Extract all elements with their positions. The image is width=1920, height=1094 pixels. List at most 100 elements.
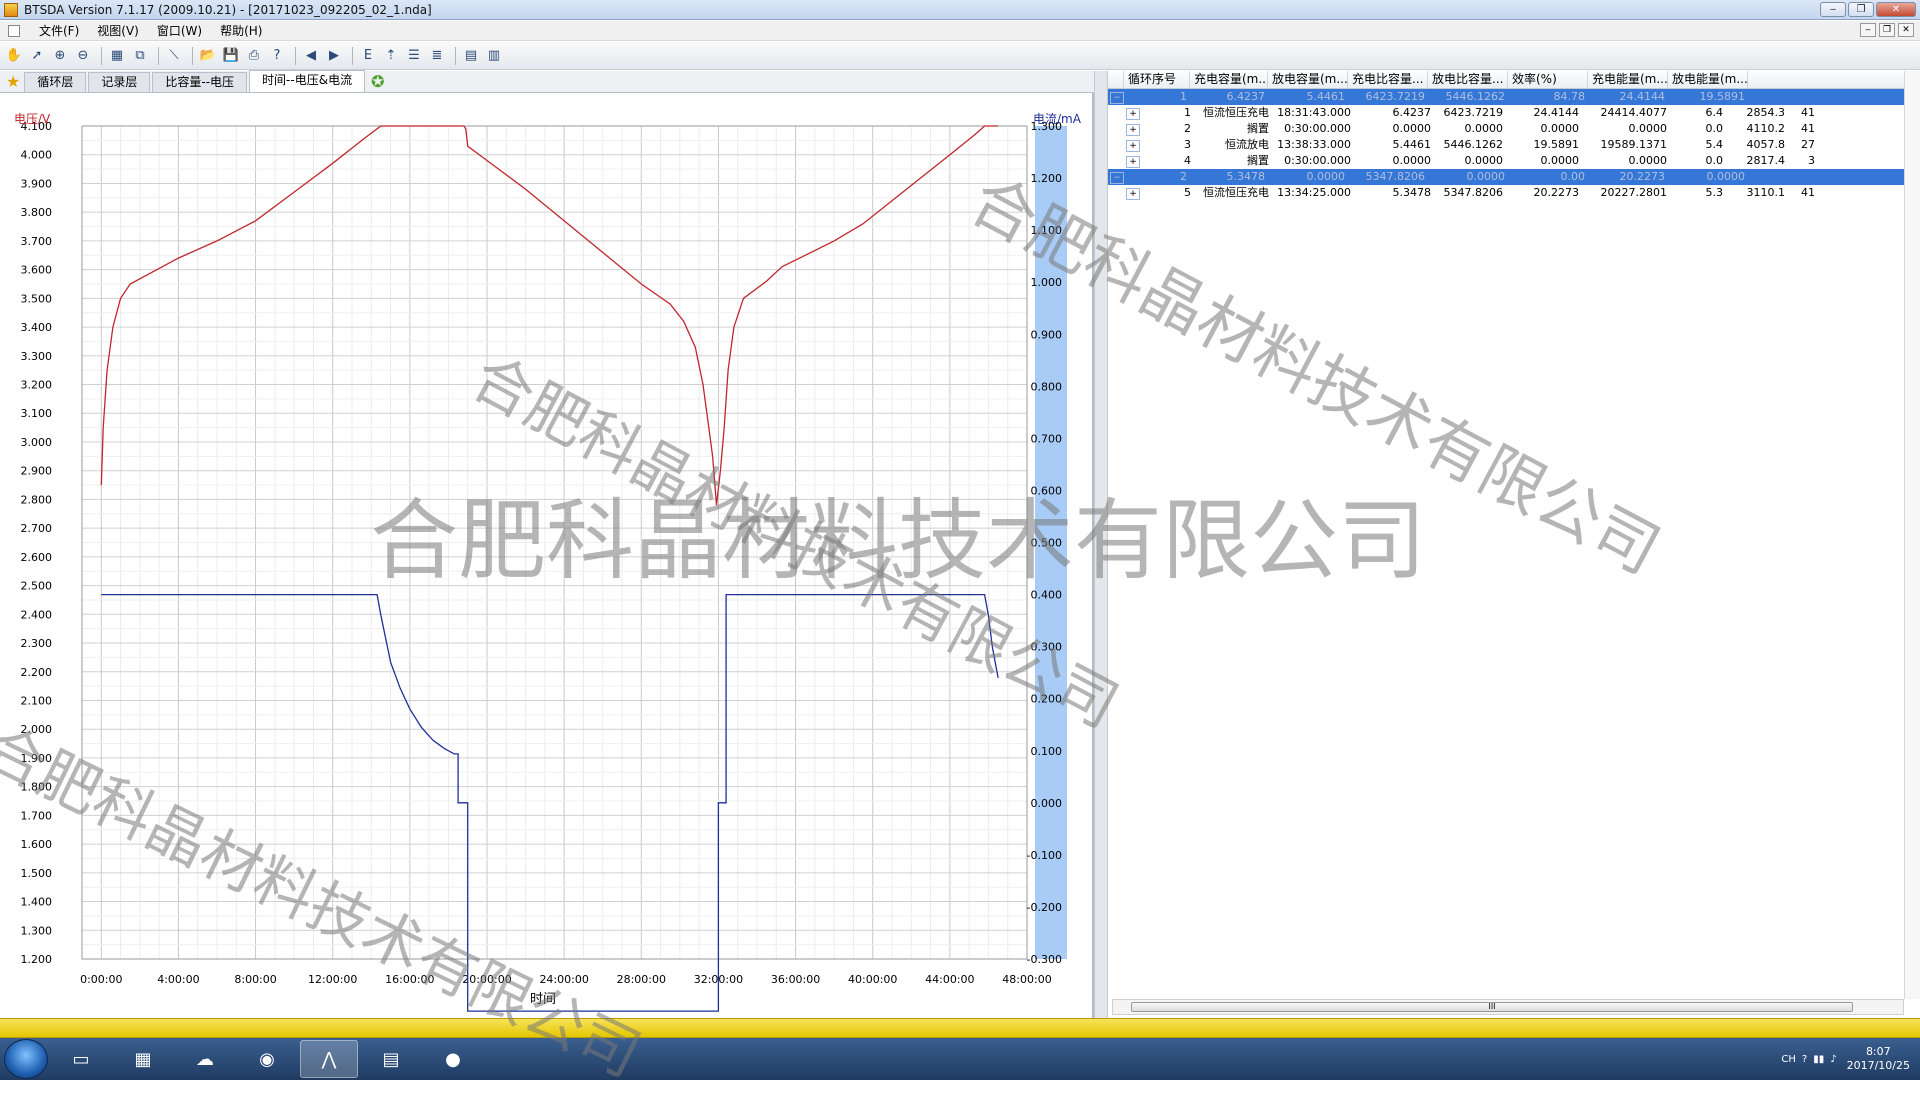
table-cell: 1 bbox=[1184, 106, 1191, 119]
window-titlebar: BTSDA Version 7.1.17 (2009.10.21) - [201… bbox=[0, 0, 1920, 20]
step-row[interactable]: +4 搁置 0:30:00.000 0.0000 0.0000 0.0000 0.0000 0… bbox=[1108, 153, 1920, 169]
tab-time-voltage-current[interactable]: 时间--电压&电流 bbox=[249, 70, 366, 92]
column-header[interactable]: 充电能量(m... bbox=[1588, 71, 1668, 88]
help-icon[interactable]: ? bbox=[267, 46, 287, 66]
table-cell: 27 bbox=[1801, 138, 1815, 151]
step-row[interactable]: +5 恒流恒压充电 13:34:25.000 5.3478 5347.8206 20.22… bbox=[1108, 185, 1920, 201]
table-cell: 0.0000 bbox=[1628, 122, 1668, 135]
mdi-minimize-button[interactable]: ‒ bbox=[1860, 23, 1876, 37]
menu-file[interactable]: 文件(F) bbox=[30, 22, 88, 39]
table-cell: 0.0000 bbox=[1464, 122, 1504, 135]
star-icon[interactable]: ★ bbox=[2, 72, 24, 92]
document-icon[interactable]: ▤ bbox=[362, 1040, 420, 1078]
voltage-tick-label: 2.900 bbox=[21, 465, 53, 478]
open-folder-icon[interactable]: 📂 bbox=[198, 46, 218, 66]
copy-view-icon[interactable]: ⧉ bbox=[130, 46, 150, 66]
mdi-close-button[interactable]: ✕ bbox=[1898, 23, 1914, 37]
folder-icon[interactable]: ▭ bbox=[52, 1040, 110, 1078]
data-grid: 循环序号 充电容量(m... 放电容量(m... 充电比容量... 放电比容量... 效率… bbox=[1108, 71, 1920, 1018]
step-row[interactable]: +1 恒流恒压充电 18:31:43.000 6.4237 6423.7219 24.41… bbox=[1108, 105, 1920, 121]
horizontal-scrollbar[interactable]: III bbox=[1112, 999, 1904, 1015]
list-edit-icon[interactable]: ☰ bbox=[404, 46, 424, 66]
current-tick-label: -0.200 bbox=[1027, 901, 1062, 914]
expand-toggle[interactable]: + bbox=[1126, 140, 1140, 152]
table-cell: 0.0000 bbox=[1306, 170, 1346, 183]
hand-tool-icon[interactable]: ✋ bbox=[4, 46, 24, 66]
layout-icon[interactable]: ▥ bbox=[484, 46, 504, 66]
tab-record-layer[interactable]: 记录层 bbox=[88, 72, 151, 92]
table-cell: 2817.4 bbox=[1746, 154, 1786, 167]
menu-help[interactable]: 帮助(H) bbox=[211, 22, 271, 39]
tray-volume-icon[interactable]: ♪ bbox=[1830, 1054, 1836, 1065]
globe-icon[interactable]: ● bbox=[424, 1040, 482, 1078]
mdi-restore-button[interactable]: ❐ bbox=[1879, 23, 1895, 37]
table-cell: 恒流放电 bbox=[1225, 138, 1269, 151]
step-row[interactable]: +3 恒流放电 13:38:33.000 5.4461 5446.1262 19.5891… bbox=[1108, 137, 1920, 153]
input-language[interactable]: CH bbox=[1781, 1054, 1796, 1065]
tray-network-icon[interactable]: ▮▮ bbox=[1813, 1054, 1824, 1065]
tray-help-icon[interactable]: ? bbox=[1802, 1054, 1807, 1065]
close-button[interactable]: ✕ bbox=[1876, 2, 1916, 17]
add-star-icon[interactable]: ✪ bbox=[367, 72, 388, 92]
arrow-left-icon[interactable]: ◀ bbox=[301, 46, 321, 66]
current-tick-label: 0.800 bbox=[1031, 380, 1063, 393]
tab-specific-capacity-voltage[interactable]: 比容量--电压 bbox=[152, 72, 248, 92]
table-cell: 5446.1262 bbox=[1443, 138, 1504, 151]
browser-icon[interactable]: ◉ bbox=[238, 1040, 296, 1078]
pointer-tool-icon[interactable]: ➚ bbox=[27, 46, 47, 66]
column-header[interactable]: 效率(%) bbox=[1508, 71, 1588, 88]
menu-view[interactable]: 视图(V) bbox=[88, 22, 148, 39]
table-cell: 0.0 bbox=[1705, 154, 1724, 167]
column-header[interactable]: 循环序号 bbox=[1124, 71, 1190, 88]
grid-view-icon[interactable]: ▦ bbox=[107, 46, 127, 66]
table-cell: 5.4 bbox=[1705, 138, 1724, 151]
panel-splitter[interactable] bbox=[1094, 71, 1108, 1018]
arrow-right-icon[interactable]: ▶ bbox=[324, 46, 344, 66]
language-icon[interactable]: E bbox=[358, 46, 378, 66]
table-cell: 24.4144 bbox=[1533, 106, 1580, 119]
print-icon[interactable]: ⎙ bbox=[244, 46, 264, 66]
table-cell: 6.4237 bbox=[1392, 106, 1432, 119]
expand-toggle[interactable]: + bbox=[1126, 156, 1140, 168]
expand-toggle[interactable]: − bbox=[1110, 172, 1124, 184]
step-row[interactable]: +2 搁置 0:30:00.000 0.0000 0.0000 0.0000 0.0000 0… bbox=[1108, 121, 1920, 137]
table-header: 循环序号 充电容量(m... 放电容量(m... 充电比容量... 放电比容量... 效率… bbox=[1108, 71, 1920, 89]
line-tool-icon[interactable]: ⟍ bbox=[164, 46, 184, 66]
cycle-row[interactable]: − 1 6.4237 5.4461 6423.7219 5446.1262 84.78 24.… bbox=[1108, 89, 1920, 105]
table-cell: 1 bbox=[1180, 90, 1187, 103]
clock[interactable]: 8:07 2017/10/25 bbox=[1847, 1045, 1910, 1073]
marker-icon[interactable]: ⇡ bbox=[381, 46, 401, 66]
calculator-icon[interactable]: ▦ bbox=[114, 1040, 172, 1078]
expand-toggle[interactable]: + bbox=[1126, 108, 1140, 120]
restore-button[interactable]: ❐ bbox=[1848, 2, 1874, 17]
column-header[interactable]: 放电比容量... bbox=[1428, 71, 1508, 88]
current-tick-label: 0.900 bbox=[1031, 328, 1063, 341]
cloud-icon[interactable]: ☁ bbox=[176, 1040, 234, 1078]
zoom-out-icon[interactable]: ⊖ bbox=[73, 46, 93, 66]
menu-window[interactable]: 窗口(W) bbox=[148, 22, 211, 39]
clock-time: 8:07 bbox=[1865, 1045, 1891, 1058]
vertical-scrollbar[interactable] bbox=[1904, 71, 1920, 999]
list-settings-icon[interactable]: ≣ bbox=[427, 46, 447, 66]
table-header-spacer bbox=[1108, 71, 1124, 88]
table-cell: 搁置 bbox=[1247, 154, 1269, 167]
table-cell: 6423.7219 bbox=[1365, 90, 1426, 103]
horizontal-scroll-thumb[interactable]: III bbox=[1131, 1002, 1853, 1012]
time-axis-ticks: 0:00:00 4:00:00 8:00:00 12:00:00 16:00:00 20:… bbox=[80, 973, 1052, 986]
waveform-icon[interactable]: ⋀ bbox=[300, 1040, 358, 1078]
expand-toggle[interactable]: − bbox=[1110, 92, 1124, 104]
column-header[interactable]: 放电能量(m... bbox=[1668, 71, 1748, 88]
expand-toggle[interactable]: + bbox=[1126, 124, 1140, 136]
start-button[interactable] bbox=[4, 1039, 48, 1079]
save-icon[interactable]: 💾 bbox=[221, 46, 241, 66]
zoom-in-icon[interactable]: ⊕ bbox=[50, 46, 70, 66]
column-header[interactable]: 放电容量(m... bbox=[1268, 71, 1348, 88]
minimize-button[interactable]: ‒ bbox=[1820, 2, 1846, 17]
column-header[interactable]: 充电容量(m... bbox=[1190, 71, 1268, 88]
cycle-row[interactable]: − 2 5.3478 0.0000 5347.8206 0.0000 0.00 20.2273… bbox=[1108, 169, 1920, 185]
table-icon[interactable]: ▤ bbox=[461, 46, 481, 66]
tab-cycle-layer[interactable]: 循环层 bbox=[24, 72, 87, 92]
expand-toggle[interactable]: + bbox=[1126, 188, 1140, 200]
column-header[interactable]: 充电比容量... bbox=[1348, 71, 1428, 88]
voltage-current-chart[interactable]: 4.1004.0003.9003.8003.7003.6003.5003.400… bbox=[0, 93, 1092, 1018]
